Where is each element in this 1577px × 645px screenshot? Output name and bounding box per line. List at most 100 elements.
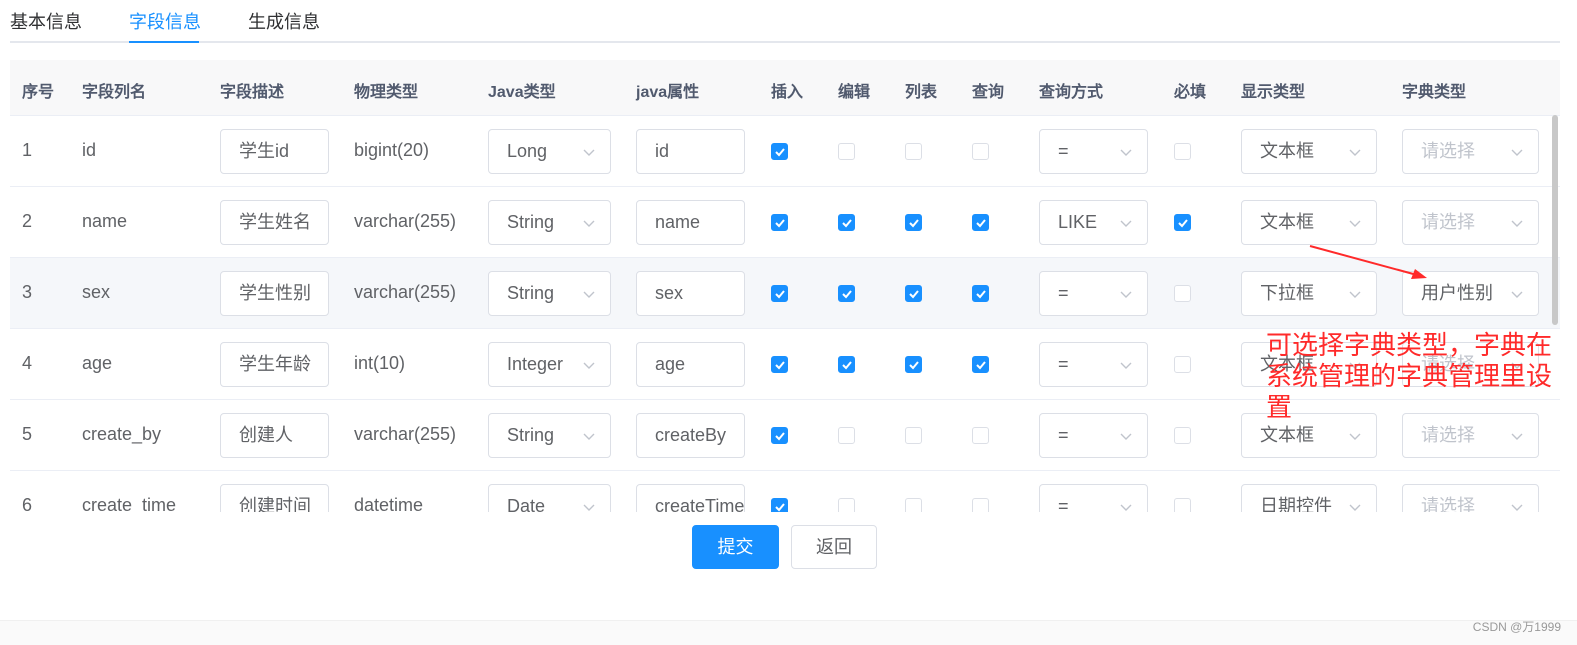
required-checkbox[interactable]: [1174, 285, 1191, 302]
required-checkbox[interactable]: [1174, 143, 1191, 160]
list-checkbox[interactable]: [905, 214, 922, 231]
java-type-value: Long: [507, 141, 548, 161]
col-header-list: 列表: [905, 84, 938, 101]
list-checkbox[interactable]: [905, 143, 922, 160]
check-icon: [1178, 219, 1188, 228]
list-checkbox[interactable]: [905, 498, 922, 512]
query-type-select[interactable]: =: [1039, 413, 1148, 458]
physical-type: int(10): [354, 353, 406, 373]
query-checkbox[interactable]: [972, 427, 989, 444]
edit-checkbox[interactable]: [838, 143, 855, 160]
insert-checkbox[interactable]: [771, 285, 788, 302]
check-icon: [775, 503, 785, 512]
insert-checkbox[interactable]: [771, 356, 788, 373]
table-header: 序号 字段列名 字段描述 物理类型 Java类型 java属性 插入 编辑 列表…: [10, 60, 1560, 116]
html-type-value: 文本框: [1260, 212, 1314, 232]
edit-checkbox[interactable]: [838, 427, 855, 444]
java-type-select[interactable]: String: [488, 413, 611, 458]
query-checkbox[interactable]: [972, 214, 989, 231]
chevron-down-icon: [1511, 220, 1523, 227]
table-scrollbar[interactable]: [1552, 115, 1558, 325]
html-type-value: 下拉框: [1260, 283, 1314, 303]
query-type-value: =: [1058, 354, 1069, 374]
edit-checkbox[interactable]: [838, 356, 855, 373]
check-icon: [775, 219, 785, 228]
description-input[interactable]: 学生id: [220, 129, 329, 174]
tab-basic-info[interactable]: 基本信息: [10, 8, 82, 34]
java-field-input[interactable]: name: [636, 200, 745, 245]
description-input[interactable]: 创建人: [220, 413, 329, 458]
query-type-value: LIKE: [1058, 212, 1098, 232]
chevron-down-icon: [1511, 433, 1523, 440]
java-type-select[interactable]: String: [488, 271, 611, 316]
col-header-dict-type: 字典类型: [1402, 84, 1467, 101]
java-type-select[interactable]: Integer: [488, 342, 611, 387]
java-field-input[interactable]: createBy: [636, 413, 745, 458]
list-checkbox[interactable]: [905, 285, 922, 302]
check-icon: [909, 361, 919, 370]
query-checkbox[interactable]: [972, 285, 989, 302]
col-header-java-field: java属性: [636, 84, 700, 101]
java-field-input[interactable]: id: [636, 129, 745, 174]
row-index: 4: [22, 353, 33, 373]
insert-checkbox[interactable]: [771, 498, 788, 512]
description-input[interactable]: 学生性别: [220, 271, 329, 316]
check-icon: [775, 432, 785, 441]
check-icon: [842, 219, 852, 228]
dict-type-select[interactable]: 请选择: [1402, 129, 1539, 174]
col-header-insert: 插入: [771, 84, 804, 101]
java-type-select[interactable]: Long: [488, 129, 611, 174]
list-checkbox[interactable]: [905, 356, 922, 373]
dict-type-select[interactable]: 请选择: [1402, 200, 1539, 245]
edit-checkbox[interactable]: [838, 214, 855, 231]
bottom-bar: [0, 620, 1577, 645]
description-input[interactable]: 学生年龄: [220, 342, 329, 387]
tab-generate-info[interactable]: 生成信息: [248, 8, 320, 34]
query-type-select[interactable]: LIKE: [1039, 200, 1148, 245]
java-type-select[interactable]: Date: [488, 484, 611, 512]
insert-checkbox[interactable]: [771, 214, 788, 231]
required-checkbox[interactable]: [1174, 498, 1191, 512]
row-index: 6: [22, 495, 33, 512]
java-field-input[interactable]: sex: [636, 271, 745, 316]
chevron-down-icon: [583, 433, 595, 440]
required-checkbox[interactable]: [1174, 214, 1191, 231]
query-type-select[interactable]: =: [1039, 271, 1148, 316]
description-input[interactable]: 创建时间: [220, 484, 329, 512]
column-name: age: [82, 353, 113, 373]
back-button[interactable]: 返回: [791, 525, 877, 569]
required-checkbox[interactable]: [1174, 356, 1191, 373]
query-checkbox[interactable]: [972, 143, 989, 160]
java-field-input[interactable]: age: [636, 342, 745, 387]
col-header-html-type: 显示类型: [1241, 84, 1306, 101]
chevron-down-icon: [1120, 149, 1132, 156]
submit-button[interactable]: 提交: [692, 525, 779, 569]
java-field-input[interactable]: createTime: [636, 484, 745, 512]
query-checkbox[interactable]: [972, 356, 989, 373]
list-checkbox[interactable]: [905, 427, 922, 444]
html-type-select[interactable]: 文本框: [1241, 200, 1377, 245]
dict-type-select[interactable]: 请选择: [1402, 484, 1539, 512]
java-type-select[interactable]: String: [488, 200, 611, 245]
html-type-select[interactable]: 日期控件: [1241, 484, 1377, 512]
insert-checkbox[interactable]: [771, 427, 788, 444]
tab-field-info[interactable]: 字段信息: [129, 8, 201, 34]
insert-checkbox[interactable]: [771, 143, 788, 160]
annotation-text: 可选择字典类型，字典在系统管理的字典管理里设置: [1266, 331, 1553, 423]
edit-checkbox[interactable]: [838, 285, 855, 302]
chevron-down-icon: [1349, 504, 1361, 511]
query-type-select[interactable]: =: [1039, 484, 1148, 512]
chevron-down-icon: [1120, 433, 1132, 440]
edit-checkbox[interactable]: [838, 498, 855, 512]
query-checkbox[interactable]: [972, 498, 989, 512]
java-type-value: String: [507, 283, 555, 303]
description-input[interactable]: 学生姓名: [220, 200, 329, 245]
dict-type-value: 请选择: [1421, 496, 1475, 512]
watermark: CSDN @万1999: [1472, 620, 1561, 634]
check-icon: [976, 219, 986, 228]
query-type-select[interactable]: =: [1039, 342, 1148, 387]
required-checkbox[interactable]: [1174, 427, 1191, 444]
query-type-select[interactable]: =: [1039, 129, 1148, 174]
html-type-select[interactable]: 文本框: [1241, 129, 1377, 174]
check-icon: [976, 361, 986, 370]
